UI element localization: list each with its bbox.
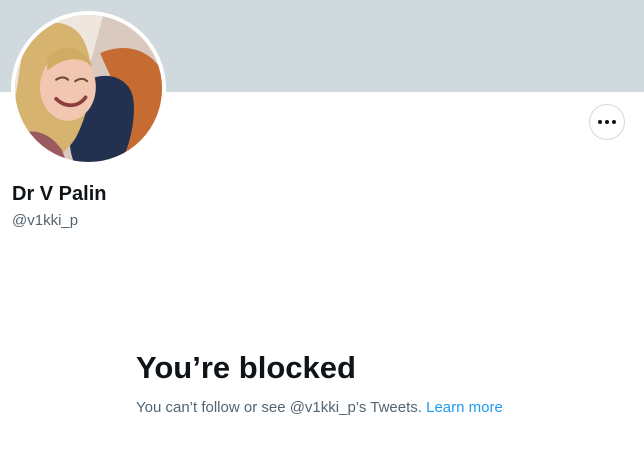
- learn-more-link[interactable]: Learn more: [426, 399, 503, 416]
- more-options-button[interactable]: [589, 104, 625, 140]
- blocked-message-section: You’re blocked You can’t follow or see @…: [136, 348, 616, 418]
- profile-handle: @v1kki_p: [12, 212, 79, 229]
- blocked-title: You’re blocked: [136, 350, 356, 385]
- more-horizontal-icon: [598, 120, 616, 124]
- avatar[interactable]: [11, 11, 166, 166]
- blocked-message-text: You can’t follow or see @v1kki_p’s Tweet…: [136, 399, 422, 416]
- blocked-description: You can’t follow or see @v1kki_p’s Tweet…: [136, 398, 616, 418]
- avatar-photo: [15, 15, 162, 162]
- display-name: Dr V Palin: [12, 183, 107, 205]
- profile-page: Dr V Palin @v1kki_p You’re blocked You c…: [0, 0, 644, 455]
